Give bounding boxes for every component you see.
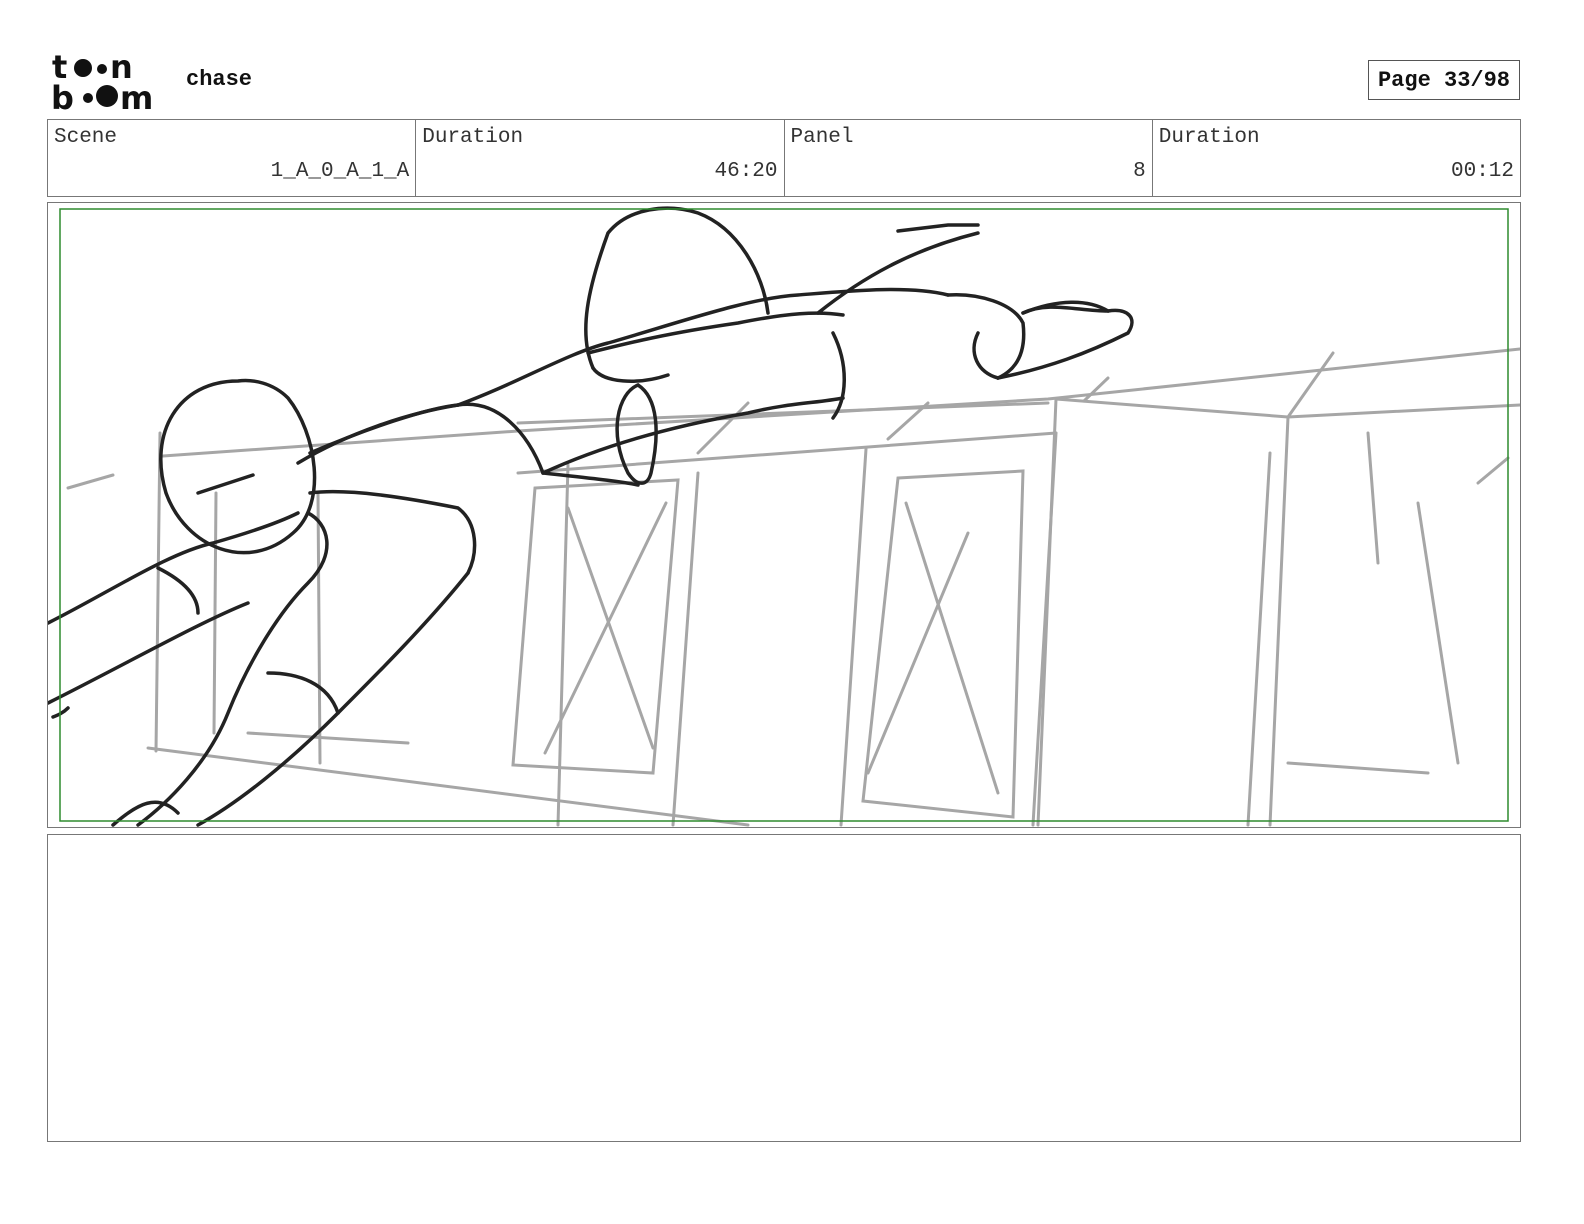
scene-value: 1_A_0_A_1_A bbox=[270, 160, 410, 183]
sketch-drawing bbox=[48, 206, 1520, 827]
panel-label: Panel bbox=[790, 126, 854, 149]
panel-duration-cell: Duration 00:12 bbox=[1153, 120, 1520, 196]
svg-text:b: b bbox=[51, 79, 74, 112]
scene-cell: Scene 1_A_0_A_1_A bbox=[48, 120, 417, 196]
panel-duration-label: Duration bbox=[1158, 126, 1260, 149]
panel-cell: Panel 8 bbox=[785, 120, 1153, 196]
building-sketch bbox=[66, 347, 1520, 827]
panel-value: 8 bbox=[1133, 160, 1146, 183]
scene-label: Scene bbox=[54, 126, 118, 149]
panel-info-row: Scene 1_A_0_A_1_A Duration 46:20 Panel 8… bbox=[47, 119, 1521, 197]
figure-sketch bbox=[48, 206, 1134, 827]
panel-duration-value: 00:12 bbox=[1450, 160, 1514, 183]
notes-area bbox=[47, 834, 1521, 1142]
safe-frame bbox=[59, 208, 1509, 822]
scene-duration-label: Duration bbox=[422, 126, 524, 149]
storyboard-panel bbox=[47, 202, 1521, 828]
page-number: 33/98 bbox=[1444, 67, 1511, 93]
svg-text:m: m bbox=[120, 79, 153, 112]
toonboom-logo: t n b m bbox=[50, 50, 166, 112]
page-indicator: Page 33/98 bbox=[1368, 60, 1520, 100]
scene-duration-cell: Duration 46:20 bbox=[416, 120, 785, 196]
project-title: chase bbox=[186, 67, 253, 92]
page-label: Page bbox=[1377, 67, 1431, 93]
scene-duration-value: 46:20 bbox=[714, 160, 778, 183]
